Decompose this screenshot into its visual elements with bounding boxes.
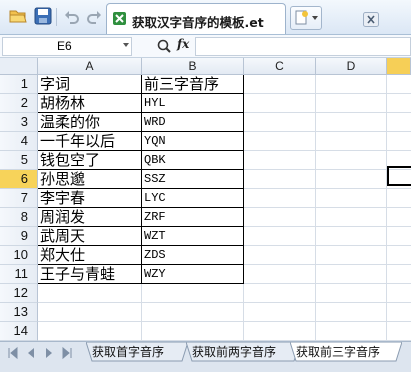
table-cell-B7[interactable]: LYC bbox=[142, 189, 244, 208]
column-header-E[interactable] bbox=[387, 58, 411, 75]
row-header[interactable]: 1 bbox=[0, 75, 38, 94]
table-cell-B1[interactable]: 前三字音序 bbox=[142, 75, 244, 94]
open-folder-icon[interactable] bbox=[9, 7, 27, 25]
row-header[interactable]: 10 bbox=[0, 246, 38, 265]
sheet-tab-label: 获取前两字音序 bbox=[192, 345, 277, 359]
sheet-tab-3-active[interactable]: 获取前三字音序 bbox=[290, 342, 402, 362]
document-title: 获取汉字音序的模板.et bbox=[132, 15, 264, 30]
fx-icon[interactable]: fx bbox=[177, 37, 189, 51]
row-header-active[interactable]: 6 bbox=[0, 170, 38, 189]
row-header[interactable]: 5 bbox=[0, 151, 38, 170]
table-cell-B5[interactable]: QBK bbox=[142, 151, 244, 170]
table-cell-B4[interactable]: YQN bbox=[142, 132, 244, 151]
table-cell-B6[interactable]: SSZ bbox=[142, 170, 244, 189]
table-cell-A4[interactable]: 一千年以后 bbox=[38, 132, 142, 151]
next-sheet-icon[interactable] bbox=[42, 346, 56, 360]
row-header[interactable]: 2 bbox=[0, 94, 38, 113]
row-header[interactable]: 3 bbox=[0, 113, 38, 132]
name-box-value: E6 bbox=[57, 39, 72, 53]
name-box-dropdown-icon[interactable] bbox=[123, 43, 129, 47]
table-cell-A1[interactable]: 字词 bbox=[38, 75, 142, 94]
table-cell-A6[interactable]: 孙思邈 bbox=[38, 170, 142, 189]
zoom-icon[interactable] bbox=[156, 38, 172, 54]
row-header[interactable]: 11 bbox=[0, 265, 38, 284]
sheet-tab-1[interactable]: 获取首字音序 bbox=[86, 342, 188, 362]
row-header[interactable]: 14 bbox=[0, 322, 38, 341]
table-cell-A5[interactable]: 钱包空了 bbox=[38, 151, 142, 170]
row-header[interactable]: 7 bbox=[0, 189, 38, 208]
table-cell-A2[interactable]: 胡杨林 bbox=[38, 94, 142, 113]
table-cell-A11[interactable]: 王子与青蛙 bbox=[38, 265, 142, 284]
prev-sheet-icon[interactable] bbox=[24, 346, 38, 360]
row-header[interactable]: 13 bbox=[0, 303, 38, 322]
formula-bar: E6 fx bbox=[0, 35, 411, 58]
sheet-tab-label: 获取首字音序 bbox=[92, 345, 165, 359]
sheet-tab-bar: 获取首字音序 获取前两字音序 获取前三字音序 bbox=[0, 341, 411, 372]
column-header-A[interactable]: A bbox=[38, 58, 142, 75]
spreadsheet-grid: A B C D 1 2 3 4 5 6 7 8 9 10 11 12 13 14… bbox=[0, 58, 411, 341]
last-sheet-icon[interactable] bbox=[60, 346, 74, 360]
name-box[interactable]: E6 bbox=[2, 37, 132, 56]
toolbar-separator bbox=[56, 8, 57, 26]
active-cell-selection[interactable] bbox=[387, 166, 411, 186]
column-header-B[interactable]: B bbox=[142, 58, 244, 75]
select-all-corner[interactable] bbox=[0, 58, 38, 75]
row-header[interactable]: 8 bbox=[0, 208, 38, 227]
formula-input[interactable] bbox=[195, 37, 411, 56]
table-cell-A9[interactable]: 武周天 bbox=[38, 227, 142, 246]
spreadsheet-doc-icon bbox=[113, 12, 126, 25]
save-icon[interactable] bbox=[34, 7, 52, 25]
redo-icon[interactable] bbox=[86, 9, 102, 25]
table-cell-B11[interactable]: WZY bbox=[142, 265, 244, 284]
new-document-button[interactable] bbox=[290, 6, 322, 30]
table-cell-B10[interactable]: ZDS bbox=[142, 246, 244, 265]
sheet-tab-label: 获取前三字音序 bbox=[296, 345, 381, 359]
sheet-tab-2[interactable]: 获取前两字音序 bbox=[186, 342, 300, 362]
chevron-down-icon bbox=[312, 16, 318, 20]
table-cell-A8[interactable]: 周润发 bbox=[38, 208, 142, 227]
table-cell-B9[interactable]: WZT bbox=[142, 227, 244, 246]
row-header[interactable]: 4 bbox=[0, 132, 38, 151]
new-document-icon bbox=[295, 10, 308, 25]
table-cell-A3[interactable]: 温柔的你 bbox=[38, 113, 142, 132]
close-tab-icon[interactable] bbox=[363, 12, 379, 27]
row-header[interactable]: 9 bbox=[0, 227, 38, 246]
document-tab[interactable]: 获取汉字音序的模板.et bbox=[106, 3, 379, 34]
first-sheet-icon[interactable] bbox=[6, 346, 20, 360]
table-cell-A10[interactable]: 郑大仕 bbox=[38, 246, 142, 265]
toolbar: 获取汉字音序的模板.et bbox=[0, 0, 411, 35]
undo-icon[interactable] bbox=[64, 9, 80, 25]
table-cell-B3[interactable]: WRD bbox=[142, 113, 244, 132]
table-cell-B2[interactable]: HYL bbox=[142, 94, 244, 113]
row-header[interactable]: 12 bbox=[0, 284, 38, 303]
column-header-C[interactable]: C bbox=[244, 58, 316, 75]
column-header-D[interactable]: D bbox=[316, 58, 387, 75]
table-cell-A7[interactable]: 李宇春 bbox=[38, 189, 142, 208]
table-cell-B8[interactable]: ZRF bbox=[142, 208, 244, 227]
